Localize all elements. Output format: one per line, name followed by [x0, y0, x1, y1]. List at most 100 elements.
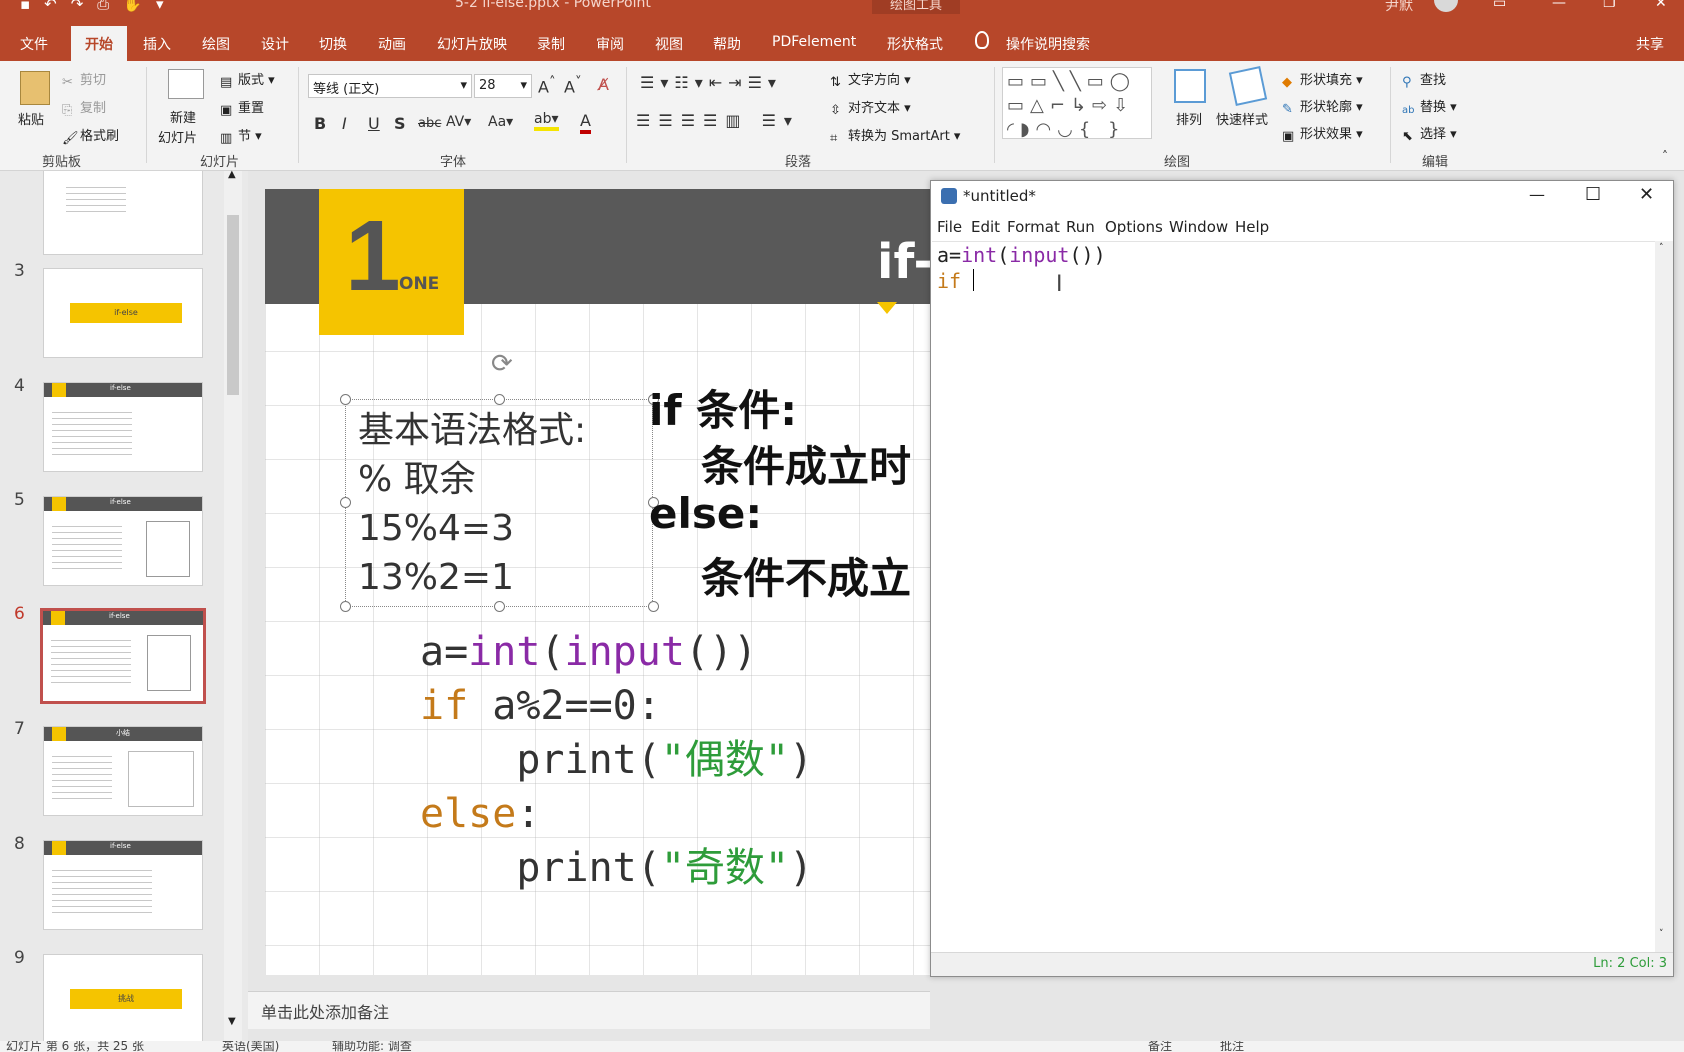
strikethrough-icon[interactable]: abc	[418, 116, 441, 131]
cut-button[interactable]: ✂ 剪切	[62, 69, 106, 90]
select-button[interactable]: ⬉ 选择 ▾	[1402, 123, 1457, 144]
idle-editor-window[interactable]: *untitled* — ☐ ✕ File Edit Format Run Op…	[930, 180, 1674, 977]
slide-thumbnail[interactable]: if-else	[43, 268, 203, 358]
code-picture[interactable]: a=int(input()) if a%2==0: print("偶数") else…	[420, 625, 813, 895]
slide-thumbnail[interactable]	[43, 171, 203, 255]
clear-format-icon[interactable]: A̸	[598, 75, 609, 94]
shrink-font-icon[interactable]: A˅	[564, 75, 582, 96]
idle-titlebar[interactable]: *untitled* — ☐ ✕	[931, 181, 1673, 213]
tab-draw[interactable]: 绘图	[202, 34, 230, 54]
accessibility[interactable]: 辅助功能: 调查	[332, 1041, 412, 1052]
notes-button[interactable]: 备注	[1148, 1041, 1172, 1052]
collapse-ribbon-icon[interactable]: ˄	[1662, 149, 1668, 163]
font-color-icon[interactable]: A	[580, 111, 591, 134]
slide-thumbnail[interactable]: if-else	[43, 840, 203, 930]
align-icons[interactable]: ☰☰☰☰▥ ☰▾	[636, 111, 800, 130]
menu-format[interactable]: Format	[1007, 218, 1060, 236]
grow-font-icon[interactable]: A˄	[538, 75, 556, 96]
list-icons[interactable]: ☰▾☷▾⇤⇥☰▾	[640, 73, 782, 92]
tab-insert[interactable]: 插入	[143, 34, 171, 54]
format-painter-button[interactable]: 🖌格式刷	[62, 125, 119, 146]
language[interactable]: 英语(美国)	[222, 1041, 279, 1052]
editor-scrollbar[interactable]: ˄ ˅	[1655, 241, 1673, 953]
tab-record[interactable]: 录制	[537, 34, 565, 54]
selected-textbox[interactable]: 基本语法格式: % 取余 15%4=3 13%2=1	[345, 399, 653, 607]
new-slide-icon[interactable]	[168, 69, 204, 99]
scroll-down-icon[interactable]: ▼	[228, 1016, 236, 1027]
comments-button[interactable]: 批注	[1220, 1041, 1244, 1052]
bold-icon[interactable]: B	[314, 114, 326, 133]
highlight-icon[interactable]: ab▾	[534, 111, 559, 131]
font-size-combo[interactable]: 28 ▾	[474, 74, 532, 98]
layout-button[interactable]: ▤ 版式 ▾	[220, 69, 275, 90]
share-button[interactable]: 共享	[1636, 34, 1664, 54]
thumbnail-scrollbar[interactable]: ▲ ▼	[224, 169, 242, 1041]
shadow-icon[interactable]: S	[394, 114, 406, 133]
resize-handle[interactable]	[494, 394, 505, 405]
close-icon[interactable]: ✕	[1639, 184, 1654, 205]
shape-effects-button[interactable]: ▣ 形状效果 ▾	[1282, 123, 1363, 144]
scroll-up-icon[interactable]: ˄	[1659, 243, 1664, 253]
scrollbar-thumb[interactable]	[227, 215, 239, 395]
tab-help[interactable]: 帮助	[713, 34, 741, 54]
tab-review[interactable]: 审阅	[596, 34, 624, 54]
tab-shape-format[interactable]: 形状格式	[887, 34, 943, 54]
menu-run[interactable]: Run	[1066, 218, 1095, 236]
tab-file[interactable]: 文件	[20, 34, 48, 54]
slide-thumbnail-pane[interactable]: 3 if-else 4 if-else 5 if-else 6 if-else …	[0, 171, 248, 1041]
paste-button[interactable]: 粘贴	[18, 109, 44, 128]
quick-styles-icon[interactable]	[1228, 66, 1268, 106]
quick-access-toolbar[interactable]: ▪↶↷⎙✋▾	[20, 0, 178, 13]
resize-handle[interactable]	[340, 497, 351, 508]
notes-placeholder[interactable]: 单击此处添加备注	[261, 999, 389, 1023]
tab-home[interactable]: 开始	[71, 26, 127, 61]
menu-edit[interactable]: Edit	[971, 218, 1000, 236]
shape-fill-button[interactable]: ◆ 形状填充 ▾	[1282, 69, 1363, 90]
avatar[interactable]	[1434, 0, 1458, 12]
new-slide-label[interactable]: 新建	[170, 107, 196, 126]
resize-handle[interactable]	[648, 601, 659, 612]
new-slide-label-2[interactable]: 幻灯片	[158, 127, 197, 146]
shape-outline-button[interactable]: ✎ 形状轮廓 ▾	[1282, 96, 1363, 117]
maximize-icon[interactable]: ☐	[1585, 184, 1601, 205]
minimize-icon[interactable]: —	[1552, 0, 1566, 11]
find-button[interactable]: ⚲ 查找	[1402, 69, 1446, 90]
change-case-icon[interactable]: Aa▾	[488, 114, 513, 130]
section-button[interactable]: ▥ 节 ▾	[220, 125, 262, 146]
resize-handle[interactable]	[340, 601, 351, 612]
tab-pdfelement[interactable]: PDFelement	[772, 34, 856, 50]
arrange-button[interactable]: 排列	[1176, 109, 1202, 128]
paste-icon[interactable]	[20, 71, 50, 105]
menu-window[interactable]: Window	[1169, 218, 1228, 236]
notes-pane[interactable]: 单击此处添加备注	[248, 991, 930, 1029]
tab-slideshow[interactable]: 幻灯片放映	[437, 34, 507, 54]
minimize-icon[interactable]: —	[1529, 185, 1545, 204]
slide-thumbnail[interactable]: 小结	[43, 726, 203, 816]
replace-button[interactable]: ab 替换 ▾	[1402, 96, 1457, 119]
scroll-up-icon[interactable]: ▲	[228, 169, 236, 180]
slide-thumbnail[interactable]: 挑战	[43, 954, 203, 1041]
text-direction-button[interactable]: ⇅ 文字方向 ▾	[830, 69, 911, 90]
arrange-icon[interactable]	[1174, 69, 1206, 103]
code-editor[interactable]: a=int(input()) if I	[932, 241, 1656, 953]
restore-icon[interactable]: ❐	[1603, 0, 1616, 11]
menu-help[interactable]: Help	[1235, 218, 1269, 236]
tab-design[interactable]: 设计	[261, 34, 289, 54]
shapes-gallery[interactable]: ▭▭╲╲▭◯ ▭△⌐↳⇨⇩ ◜◗◠◡{ }	[1002, 67, 1152, 139]
slide-thumbnail-current[interactable]: if-else	[40, 608, 206, 704]
tab-transitions[interactable]: 切换	[319, 34, 347, 54]
resize-handle[interactable]	[494, 601, 505, 612]
align-text-button[interactable]: ⇳ 对齐文本 ▾	[830, 97, 911, 118]
close-icon[interactable]: ✕	[1655, 0, 1667, 11]
resize-handle[interactable]	[340, 394, 351, 405]
scroll-down-icon[interactable]: ˅	[1659, 929, 1664, 939]
slide-thumbnail[interactable]: if-else	[43, 382, 203, 472]
tab-animations[interactable]: 动画	[378, 34, 406, 54]
reset-button[interactable]: ▣ 重置	[220, 97, 264, 118]
char-spacing-icon[interactable]: AV▾	[446, 114, 471, 130]
quick-styles-button[interactable]: 快速样式	[1216, 109, 1268, 128]
slide-thumbnail[interactable]: if-else	[43, 496, 203, 586]
ribbon-display-icon[interactable]: ▭	[1493, 0, 1506, 11]
slide[interactable]: 1 ONE if- 基本语法格式: % 取余 15%4=3 13%2=1 ⟳ i…	[265, 189, 935, 975]
menu-file[interactable]: File	[937, 218, 962, 236]
